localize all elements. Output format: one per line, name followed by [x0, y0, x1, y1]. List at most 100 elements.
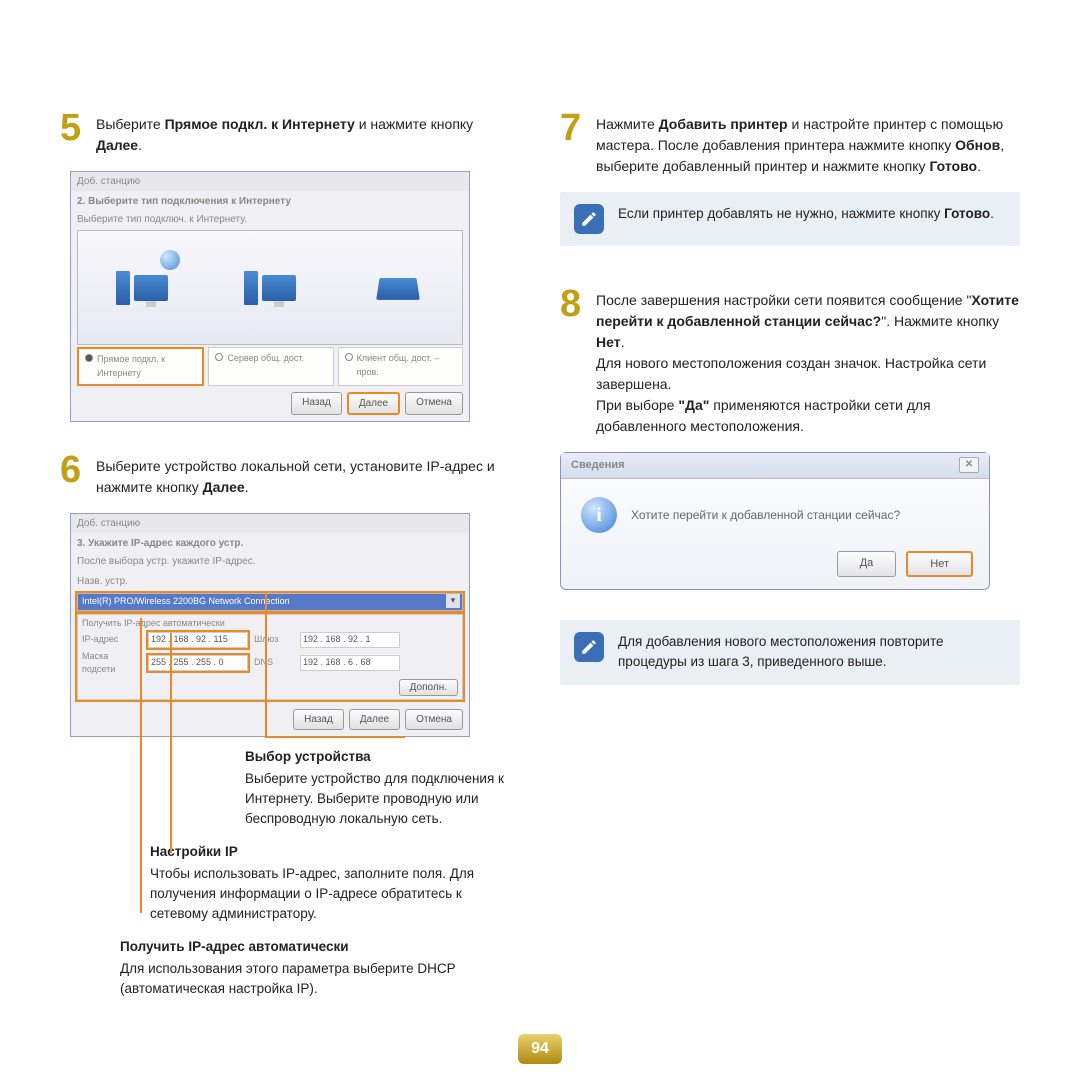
heading: 3. Укажите IP-адрес каждого устр. — [71, 533, 469, 554]
radio-icon — [215, 353, 223, 361]
screenshot-ip-settings: Доб. станцию 3. Укажите IP-адрес каждого… — [70, 513, 470, 737]
callout-body: Для использования этого параметра выбери… — [120, 959, 520, 1000]
text-bold: Прямое подкл. к Интернету — [165, 116, 355, 132]
step-text: Выберите устройство локальной сети, уста… — [96, 452, 520, 498]
dialog-titlebar: Сведения ✕ — [561, 453, 989, 479]
yes-button[interactable]: Да — [837, 551, 897, 578]
text-bold: Далее — [203, 479, 245, 495]
text: Выберите устройство локальной сети, уста… — [96, 458, 495, 495]
callout-heading: Получить IP-адрес автоматически — [120, 937, 520, 957]
dialog-message: Хотите перейти к добавленной станции сей… — [631, 506, 900, 524]
close-icon[interactable]: ✕ — [959, 457, 979, 473]
note-text: Для добавления нового местоположения пов… — [618, 632, 1006, 673]
mask-field[interactable]: 255 . 255 . 255 . 0 — [148, 655, 248, 671]
text-bold: Готово — [944, 206, 990, 221]
option-label: Клиент общ. дост. – пров. — [357, 352, 456, 379]
dialog-title: Сведения — [571, 457, 625, 474]
subheading: После выбора устр. укажите IP-адрес. — [71, 554, 469, 572]
note-printer: Если принтер добавлять не нужно, нажмите… — [560, 192, 1020, 246]
no-button[interactable]: Нет — [906, 551, 973, 578]
step-text: После завершения настройки сети появится… — [596, 286, 1020, 437]
ip-fieldset: Получить IP-адрес автоматически IP-адрес… — [77, 614, 463, 700]
text-bold: Готово — [929, 158, 977, 174]
radio-icon — [85, 354, 93, 362]
callout-line — [265, 591, 267, 736]
text-bold: "Да" — [678, 397, 709, 413]
callout-line — [170, 633, 172, 853]
ip-label: IP-адрес — [82, 633, 142, 647]
auto-ip-label: Получить IP-адрес автоматически — [82, 617, 458, 631]
back-button[interactable]: Назад — [293, 709, 344, 730]
text: . — [621, 334, 625, 350]
pencil-note-icon — [574, 204, 604, 234]
heading: 2. Выберите тип подключения к Интернету — [71, 191, 469, 212]
text: После завершения настройки сети появится… — [596, 292, 971, 308]
step-text: Нажмите Добавить принтер и настройте при… — [596, 110, 1020, 177]
cancel-button[interactable]: Отмена — [405, 392, 463, 415]
text: Нажмите — [596, 116, 659, 132]
step-text: Выберите Прямое подкл. к Интернету и наж… — [96, 110, 520, 156]
option-server[interactable]: Сервер общ. дост. — [208, 347, 333, 386]
step-5: 5 Выберите Прямое подкл. к Интернету и н… — [60, 110, 520, 156]
option-direct[interactable]: Прямое подкл. к Интернету — [77, 347, 204, 386]
radio-icon — [345, 353, 353, 361]
window-title: Доб. станцию — [71, 514, 469, 533]
step-8: 8 После завершения настройки сети появит… — [560, 286, 1020, 437]
pencil-note-icon — [574, 632, 604, 662]
screenshot-confirm-dialog: Сведения ✕ i Хотите перейти к добавленно… — [560, 452, 990, 590]
text-bold: Обнов — [955, 137, 1000, 153]
callout-line — [265, 736, 405, 738]
direct-connect-icon — [112, 258, 172, 318]
next-button[interactable]: Далее — [347, 392, 400, 415]
callout-ip-settings: Настройки IP Чтобы использовать IP-адрес… — [150, 842, 520, 925]
dns-label: DNS — [254, 656, 294, 670]
back-button[interactable]: Назад — [291, 392, 342, 415]
callout-heading: Выбор устройства — [245, 747, 520, 767]
next-button[interactable]: Далее — [349, 709, 400, 730]
callout-heading: Настройки IP — [150, 842, 520, 862]
ip-address-field[interactable]: 192 . 168 . 92 . 115 — [148, 632, 248, 648]
illustration-area — [77, 230, 463, 345]
step-number: 6 — [60, 452, 90, 488]
server-share-icon — [240, 258, 300, 318]
button-row: Назад Далее Отмена — [71, 703, 469, 736]
text: При выборе — [596, 397, 678, 413]
text-bold: Нет — [596, 334, 621, 350]
text-bold: Далее — [96, 137, 138, 153]
button-row: Назад Далее Отмена — [71, 386, 469, 421]
option-label: Прямое подкл. к Интернету — [97, 353, 196, 380]
more-button[interactable]: Дополн. — [399, 679, 458, 696]
text: ". Нажмите кнопку — [881, 313, 999, 329]
option-row: Прямое подкл. к Интернету Сервер общ. до… — [77, 347, 463, 386]
step-number: 5 — [60, 110, 90, 146]
cancel-button[interactable]: Отмена — [405, 709, 463, 730]
dialog-body: i Хотите перейти к добавленной станции с… — [561, 479, 989, 551]
text: . — [138, 137, 142, 153]
step-number: 7 — [560, 110, 590, 146]
device-label: Назв. устр. — [71, 572, 469, 591]
text: . — [245, 479, 249, 495]
mask-label: Маска подсети — [82, 650, 142, 677]
callout-line — [140, 618, 142, 913]
text: . — [977, 158, 981, 174]
note-repeat: Для добавления нового местоположения пов… — [560, 620, 1020, 685]
callout-auto-ip: Получить IP-адрес автоматически Для испо… — [120, 937, 520, 1000]
callout-device-selection: Выбор устройства Выберите устройство для… — [245, 747, 520, 830]
option-label: Сервер общ. дост. — [227, 352, 304, 366]
window-title: Доб. станцию — [71, 172, 469, 191]
option-client[interactable]: Клиент общ. дост. – пров. — [338, 347, 463, 386]
info-icon: i — [581, 497, 617, 533]
text: . — [990, 206, 994, 221]
step-6: 6 Выберите устройство локальной сети, ус… — [60, 452, 520, 498]
callout-body: Чтобы использовать IP-адрес, заполните п… — [150, 864, 520, 925]
page-number-badge: 94 — [518, 1034, 562, 1064]
text: Если принтер добавлять не нужно, нажмите… — [618, 206, 944, 221]
text: Для нового местоположения создан значок.… — [596, 355, 986, 392]
device-combo[interactable]: Intel(R) PRO/Wireless 2200BG Network Con… — [77, 593, 463, 611]
gateway-field[interactable]: 192 . 168 . 92 . 1 — [300, 632, 400, 648]
screenshot-connection-type: Доб. станцию 2. Выберите тип подключения… — [70, 171, 470, 422]
dns-field[interactable]: 192 . 168 . 6 . 68 — [300, 655, 400, 671]
text: и нажмите кнопку — [355, 116, 473, 132]
ip-grid: IP-адрес 192 . 168 . 92 . 115 Шлюз 192 .… — [82, 632, 458, 677]
client-share-icon — [368, 258, 428, 318]
